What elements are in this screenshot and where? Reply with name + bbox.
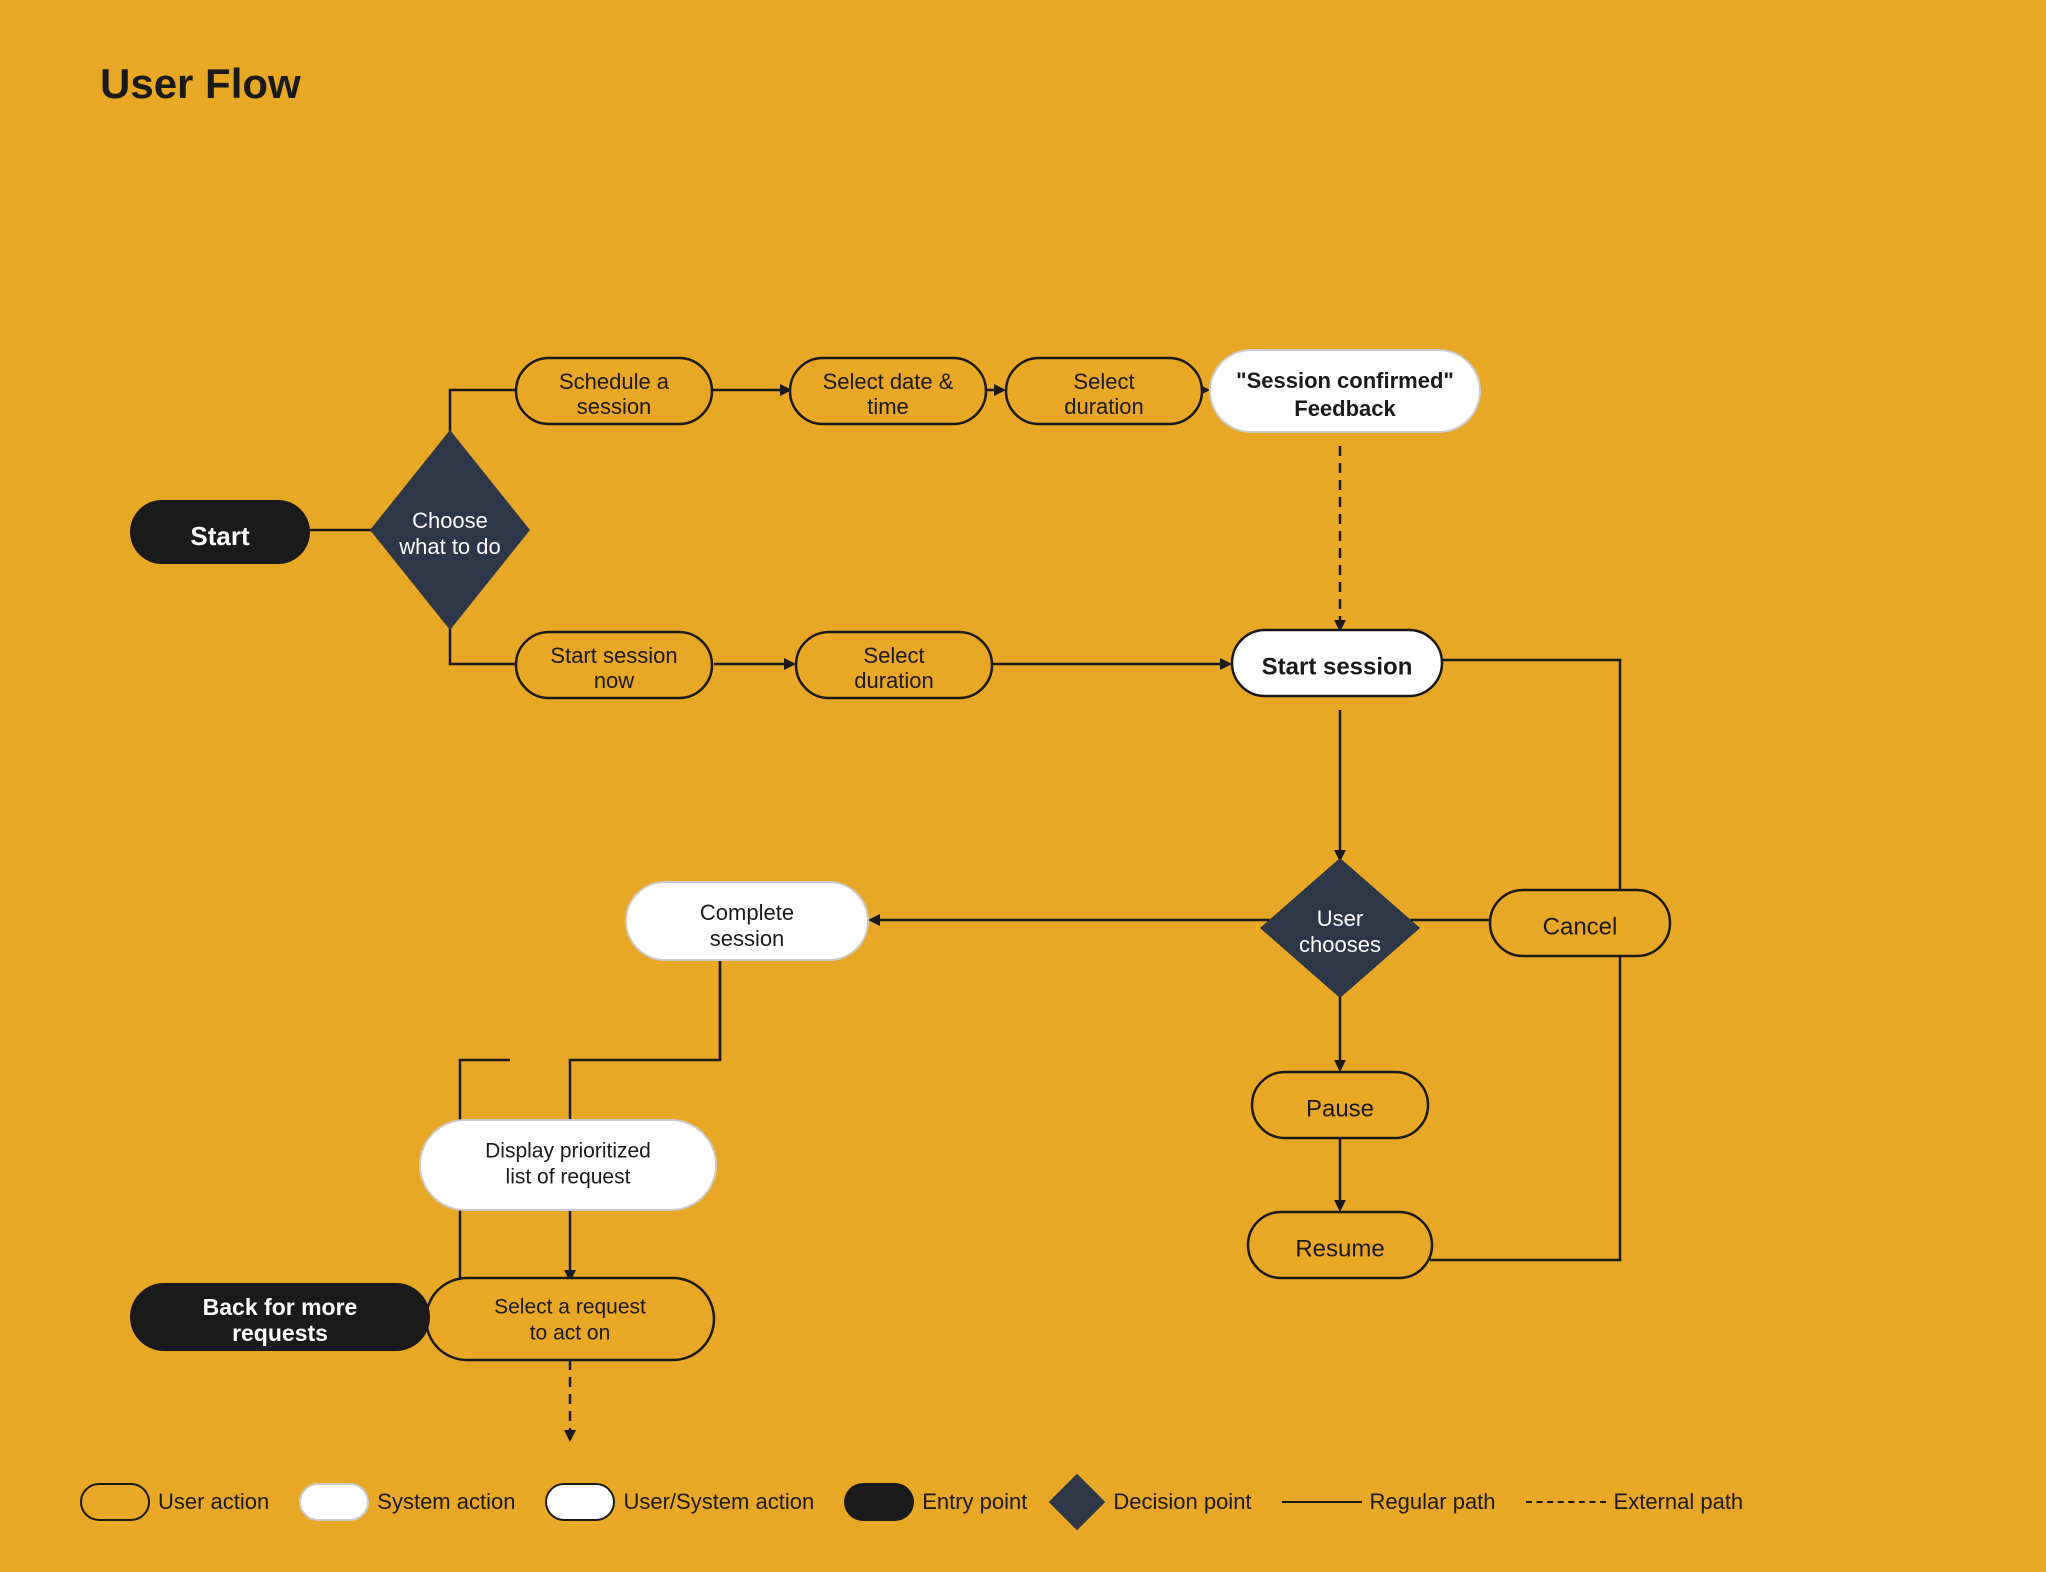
user-action-icon <box>80 1483 150 1521</box>
svg-text:Start: Start <box>190 521 250 551</box>
svg-text:Back for more: Back for more <box>203 1294 358 1320</box>
svg-text:duration: duration <box>854 668 934 693</box>
svg-text:User: User <box>1317 906 1363 931</box>
svg-text:requests: requests <box>232 1320 328 1346</box>
flow-diagram: Start Choose what to do Schedule a sessi… <box>0 0 2046 1572</box>
svg-text:Cancel: Cancel <box>1543 913 1618 940</box>
svg-text:list of request: list of request <box>506 1166 631 1189</box>
svg-text:Start session: Start session <box>1262 653 1413 680</box>
legend-regular-path: Regular path <box>1282 1489 1496 1515</box>
svg-text:to act on: to act on <box>530 1322 611 1345</box>
external-path-icon <box>1526 1501 1606 1503</box>
system-action-icon <box>299 1483 369 1521</box>
svg-text:time: time <box>867 394 909 419</box>
svg-text:Schedule a: Schedule a <box>559 369 670 394</box>
legend-system-action: System action <box>299 1483 515 1521</box>
legend-external-path: External path <box>1526 1489 1744 1515</box>
svg-text:Resume: Resume <box>1295 1235 1384 1262</box>
entry-point-icon <box>844 1483 914 1521</box>
svg-text:Start session: Start session <box>550 643 677 668</box>
svg-text:duration: duration <box>1064 394 1144 419</box>
svg-text:Display prioritized: Display prioritized <box>485 1140 651 1163</box>
svg-text:what to do: what to do <box>398 534 501 559</box>
svg-text:Select a request: Select a request <box>494 1296 646 1319</box>
svg-text:Select: Select <box>1073 369 1134 394</box>
svg-text:Complete: Complete <box>700 900 794 925</box>
legend-entry-point: Entry point <box>844 1483 1027 1521</box>
decision-point-icon <box>1049 1474 1106 1531</box>
legend-user-action: User action <box>80 1483 269 1521</box>
legend: User action System action User/System ac… <box>80 1482 1743 1522</box>
svg-text:Pause: Pause <box>1306 1095 1374 1122</box>
user-system-action-icon <box>545 1483 615 1521</box>
svg-text:Choose: Choose <box>412 508 488 533</box>
svg-text:session: session <box>710 926 785 951</box>
svg-text:now: now <box>594 668 634 693</box>
regular-path-icon <box>1282 1501 1362 1504</box>
legend-decision-point: Decision point <box>1057 1482 1251 1522</box>
svg-text:Select date &: Select date & <box>823 369 954 394</box>
svg-text:"Session confirmed": "Session confirmed" <box>1236 368 1454 393</box>
legend-user-system-action: User/System action <box>545 1483 814 1521</box>
svg-text:chooses: chooses <box>1299 932 1381 957</box>
svg-text:Select: Select <box>863 643 924 668</box>
svg-text:Feedback: Feedback <box>1294 396 1396 421</box>
svg-text:session: session <box>577 394 652 419</box>
